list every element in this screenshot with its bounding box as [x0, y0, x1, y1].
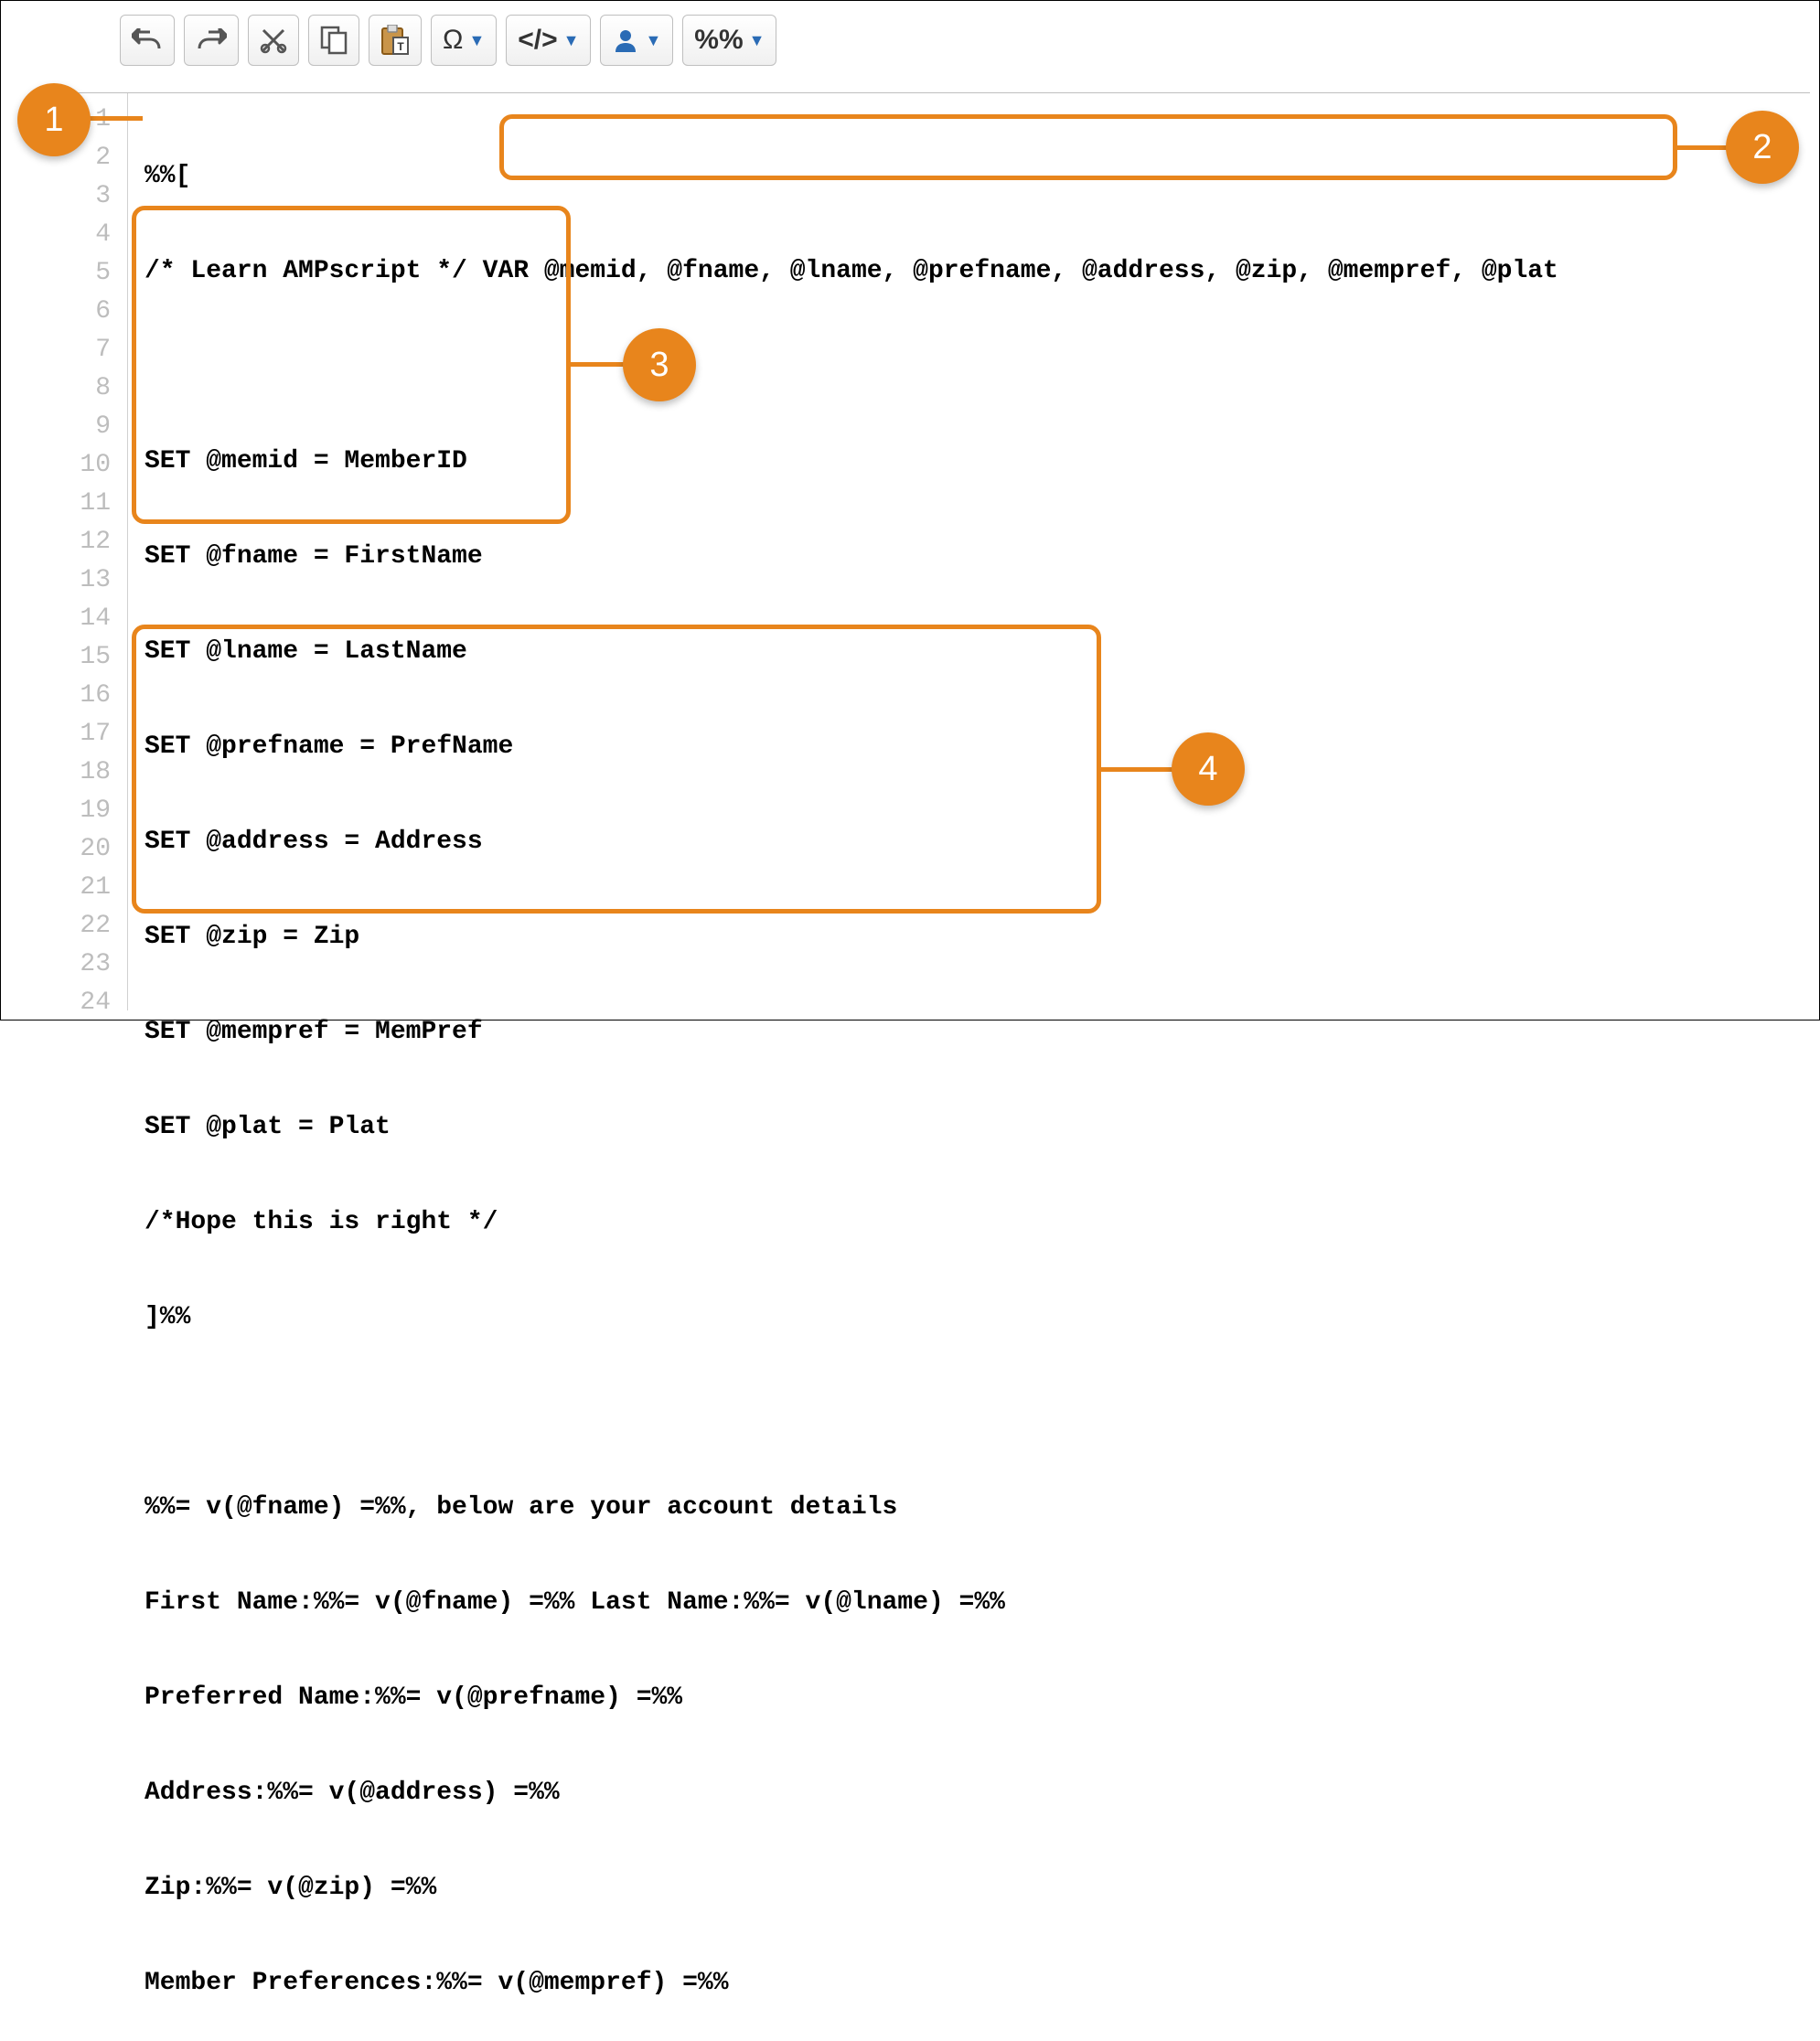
code-icon: </> — [518, 25, 557, 56]
callout-3: 3 — [623, 328, 696, 401]
callout-4: 4 — [1172, 732, 1245, 806]
undo-button[interactable] — [120, 15, 175, 66]
code-line: Preferred Name:%%= v(@prefname) =%% — [145, 1679, 1810, 1717]
paste-text-icon: T — [380, 25, 410, 56]
line-number: 8 — [45, 369, 127, 408]
code-line: SET @address = Address — [145, 823, 1810, 861]
scissors-icon — [260, 27, 287, 54]
line-number: 5 — [45, 254, 127, 293]
line-number: 18 — [45, 753, 127, 792]
redo-button[interactable] — [184, 15, 239, 66]
code-line: ]%% — [145, 1298, 1810, 1337]
connector-line — [1101, 767, 1174, 772]
line-number: 3 — [45, 177, 127, 216]
chevron-down-icon: ▼ — [563, 31, 580, 50]
code-line — [145, 347, 1810, 386]
cut-button[interactable] — [248, 15, 299, 66]
code-line: SET @zip = Zip — [145, 918, 1810, 956]
code-line: SET @fname = FirstName — [145, 538, 1810, 576]
omega-icon: Ω — [443, 25, 463, 56]
code-line: Member Preferences:%%= v(@mempref) =%% — [145, 1964, 1810, 2003]
chevron-down-icon: ▼ — [468, 31, 485, 50]
line-number: 12 — [45, 523, 127, 561]
line-number: 4 — [45, 216, 127, 254]
code-line: Zip:%%= v(@zip) =%% — [145, 1869, 1810, 1907]
line-number: 11 — [45, 485, 127, 523]
code-line: SET @mempref = MemPref — [145, 1013, 1810, 1052]
code-line: /*Hope this is right */ — [145, 1203, 1810, 1242]
person-icon — [612, 27, 639, 54]
line-number: 17 — [45, 715, 127, 753]
line-number: 6 — [45, 293, 127, 331]
special-char-button[interactable]: Ω ▼ — [431, 15, 497, 66]
code-line: %%= v(@fname) =%%, below are your accoun… — [145, 1489, 1810, 1527]
code-line: Address:%%= v(@address) =%% — [145, 1774, 1810, 1812]
redo-icon — [196, 28, 227, 52]
code-line: SET @memid = MemberID — [145, 443, 1810, 481]
paste-as-text-button[interactable]: T — [369, 15, 422, 66]
code-editor[interactable]: 1 2 3 4 5 6 7 8 9 10 11 12 13 14 15 16 1… — [45, 92, 1810, 1010]
line-number: 21 — [45, 869, 127, 907]
line-number: 22 — [45, 907, 127, 946]
percent-percent-icon: %% — [694, 25, 743, 56]
line-number: 15 — [45, 638, 127, 677]
source-button[interactable]: </> ▼ — [506, 15, 591, 66]
line-number: 16 — [45, 677, 127, 715]
copy-button[interactable] — [308, 15, 359, 66]
line-number: 23 — [45, 946, 127, 984]
code-line: SET @lname = LastName — [145, 633, 1810, 671]
line-number: 19 — [45, 792, 127, 830]
undo-icon — [132, 28, 163, 52]
code-content[interactable]: %%[ /* Learn AMPscript */ VAR @memid, @f… — [128, 93, 1810, 1010]
code-line: SET @plat = Plat — [145, 1108, 1810, 1147]
chevron-down-icon: ▼ — [645, 31, 661, 50]
line-number: 24 — [45, 984, 127, 1022]
personalization-button[interactable]: ▼ — [600, 15, 673, 66]
line-number-gutter: 1 2 3 4 5 6 7 8 9 10 11 12 13 14 15 16 1… — [45, 93, 128, 1010]
line-number: 9 — [45, 408, 127, 446]
callout-1: 1 — [17, 83, 91, 156]
copy-icon — [320, 26, 348, 55]
line-number: 7 — [45, 331, 127, 369]
toolbar: T Ω ▼ </> ▼ ▼ %% ▼ — [120, 15, 776, 66]
line-number: 13 — [45, 561, 127, 600]
connector-line — [571, 362, 626, 367]
callout-2: 2 — [1726, 111, 1799, 184]
code-line — [145, 1394, 1810, 1432]
code-line: First Name:%%= v(@fname) =%% Last Name:%… — [145, 1584, 1810, 1622]
code-line: SET @prefname = PrefName — [145, 728, 1810, 766]
connector-line — [88, 116, 143, 121]
svg-text:T: T — [397, 40, 404, 53]
variable-button[interactable]: %% ▼ — [682, 15, 776, 66]
line-number: 14 — [45, 600, 127, 638]
line-number: 20 — [45, 830, 127, 869]
line-number: 10 — [45, 446, 127, 485]
chevron-down-icon: ▼ — [749, 31, 765, 50]
code-line: /* Learn AMPscript */ VAR @memid, @fname… — [145, 252, 1810, 291]
connector-line — [1677, 145, 1732, 150]
editor-screen: T Ω ▼ </> ▼ ▼ %% ▼ 1 2 3 4 5 6 — [0, 0, 1820, 1020]
code-line: %%[ — [145, 157, 1810, 196]
